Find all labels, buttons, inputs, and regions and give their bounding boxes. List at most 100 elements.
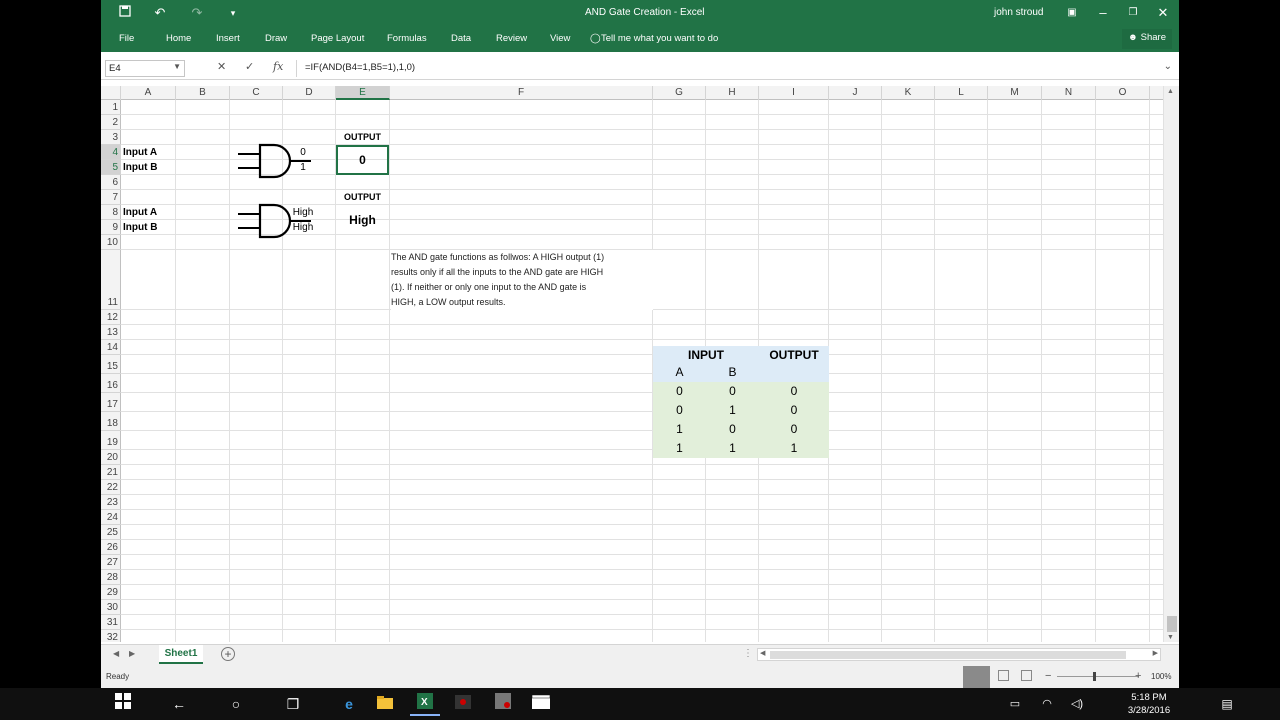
cell-e8[interactable]: High <box>336 213 389 227</box>
scroll-left-icon[interactable]: ◀ <box>760 649 765 657</box>
back-arrow-icon[interactable]: ← <box>164 692 194 716</box>
truth-table-cell[interactable]: 1 <box>706 439 759 458</box>
tab-draw[interactable]: Draw <box>265 33 287 44</box>
scroll-sheets-right-icon[interactable]: ▶ <box>129 649 135 658</box>
row-header-12[interactable]: 12 <box>101 310 121 325</box>
edge-browser-icon[interactable]: e <box>334 692 364 716</box>
cell-e3[interactable]: OUTPUT <box>336 132 389 142</box>
scroll-down-icon[interactable]: ▼ <box>1167 634 1174 641</box>
truth-table-cell[interactable]: 0 <box>759 401 829 420</box>
truth-table-cell[interactable]: 0 <box>759 382 829 401</box>
screen-capture-app-icon[interactable] <box>488 692 518 716</box>
cell-a9[interactable]: Input B <box>123 222 157 233</box>
truth-table-cell[interactable]: 0 <box>706 420 759 439</box>
cell-e7[interactable]: OUTPUT <box>336 192 389 202</box>
tab-view[interactable]: View <box>550 33 570 44</box>
cell-a4[interactable]: Input A <box>123 147 157 158</box>
redo-icon[interactable]: ↷ <box>189 5 205 21</box>
volume-icon[interactable]: ◁) <box>1062 692 1092 716</box>
column-header-l[interactable]: L <box>935 86 988 100</box>
enter-icon[interactable]: ✓ <box>245 60 254 73</box>
column-header-e[interactable]: E <box>336 86 390 100</box>
expand-formula-bar-icon[interactable]: ⌄ <box>1164 61 1172 72</box>
row-header-23[interactable]: 23 <box>101 495 121 510</box>
ribbon-display-options-icon[interactable]: ▣ <box>1064 5 1080 21</box>
column-header-d[interactable]: D <box>283 86 336 100</box>
row-header-8[interactable]: 8 <box>101 205 121 220</box>
zoom-out-icon[interactable]: − <box>1045 670 1051 682</box>
tab-formulas[interactable]: Formulas <box>387 33 427 44</box>
truth-table-cell[interactable]: 0 <box>706 382 759 401</box>
row-header-28[interactable]: 28 <box>101 570 121 585</box>
column-header-n[interactable]: N <box>1042 86 1096 100</box>
truth-table-col-a[interactable]: A <box>653 363 706 382</box>
row-header-4[interactable]: 4 <box>101 145 121 160</box>
column-header-m[interactable]: M <box>988 86 1042 100</box>
user-name[interactable]: john stroud <box>994 7 1043 18</box>
chevron-down-icon[interactable]: ▼ <box>173 62 181 71</box>
truth-table-cell[interactable]: 0 <box>759 420 829 439</box>
row-header-6[interactable]: 6 <box>101 175 121 190</box>
row-header-5[interactable]: 5 <box>101 160 121 175</box>
page-layout-view-icon[interactable] <box>998 670 1009 681</box>
row-header-32[interactable]: 32 <box>101 630 121 642</box>
cell-a8[interactable]: Input A <box>123 207 157 218</box>
row-header-13[interactable]: 13 <box>101 325 121 340</box>
row-header-22[interactable]: 22 <box>101 480 121 495</box>
row-header-31[interactable]: 31 <box>101 615 121 630</box>
excel-app-icon[interactable]: X <box>410 692 440 716</box>
row-header-24[interactable]: 24 <box>101 510 121 525</box>
row-header-21[interactable]: 21 <box>101 465 121 480</box>
tell-me-search[interactable]: Tell me what you want to do <box>601 33 718 44</box>
truth-table-cell[interactable]: 1 <box>653 439 706 458</box>
scroll-up-icon[interactable]: ▲ <box>1167 88 1174 95</box>
customize-qat-icon[interactable]: ▾ <box>225 5 241 21</box>
row-header-25[interactable]: 25 <box>101 525 121 540</box>
name-box[interactable]: E4 ▼ <box>105 60 185 77</box>
row-header-29[interactable]: 29 <box>101 585 121 600</box>
select-all-corner[interactable] <box>101 86 121 100</box>
scroll-right-icon[interactable]: ▶ <box>1153 649 1158 657</box>
page-break-view-icon[interactable] <box>1021 670 1032 681</box>
truth-table-cell[interactable]: 1 <box>653 420 706 439</box>
share-button[interactable]: ☻ Share <box>1122 29 1172 49</box>
cancel-icon[interactable]: ✕ <box>217 60 226 73</box>
movies-app-icon[interactable] <box>526 692 556 716</box>
row-header-26[interactable]: 26 <box>101 540 121 555</box>
battery-icon[interactable]: ▭ <box>1000 692 1030 716</box>
insert-function-icon[interactable]: fx <box>273 60 283 73</box>
row-header-2[interactable]: 2 <box>101 115 121 130</box>
row-header-10[interactable]: 10 <box>101 235 121 250</box>
column-header-j[interactable]: J <box>829 86 882 100</box>
task-view-icon[interactable]: ❐ <box>278 692 308 716</box>
formula-input[interactable]: =IF(AND(B4=1,B5=1),1,0) ⌄ <box>296 60 1176 77</box>
row-header-15[interactable]: 15 <box>101 355 121 374</box>
cell-a5[interactable]: Input B <box>123 162 157 173</box>
file-explorer-icon[interactable] <box>370 692 400 716</box>
tab-review[interactable]: Review <box>496 33 527 44</box>
row-header-16[interactable]: 16 <box>101 374 121 393</box>
truth-table-col-out[interactable] <box>759 363 829 382</box>
column-header-b[interactable]: B <box>176 86 230 100</box>
wifi-icon[interactable]: ◠ <box>1032 692 1062 716</box>
tab-data[interactable]: Data <box>451 33 471 44</box>
column-header-o[interactable]: O <box>1096 86 1150 100</box>
column-header-g[interactable]: G <box>653 86 706 100</box>
clock[interactable]: 5:18 PM 3/28/2016 <box>1122 691 1176 717</box>
column-header-a[interactable]: A <box>121 86 176 100</box>
vertical-scrollbar[interactable]: ▲ ▼ <box>1163 86 1179 642</box>
zoom-in-icon[interactable]: + <box>1135 670 1141 682</box>
recorder-app-icon[interactable] <box>448 692 478 716</box>
tab-insert[interactable]: Insert <box>216 33 240 44</box>
row-header-17[interactable]: 17 <box>101 393 121 412</box>
description-text[interactable]: The AND gate functions as follwos: A HIG… <box>391 250 653 310</box>
close-icon[interactable]: ✕ <box>1155 5 1171 21</box>
worksheet-grid[interactable]: ABCDEFGHIJKLMNO 1 2 3 4 5 6 7 8 9 10 11 12 13 14 15 16 1… <box>101 86 1163 642</box>
save-icon[interactable] <box>117 5 133 21</box>
tab-file[interactable]: File <box>119 33 134 44</box>
horizontal-scrollbar[interactable]: ◀ ▶ <box>757 648 1161 661</box>
horizontal-scroll-thumb[interactable] <box>770 651 1126 659</box>
tab-home[interactable]: Home <box>166 33 191 44</box>
zoom-slider[interactable] <box>1057 676 1139 677</box>
column-header-h[interactable]: H <box>706 86 759 100</box>
